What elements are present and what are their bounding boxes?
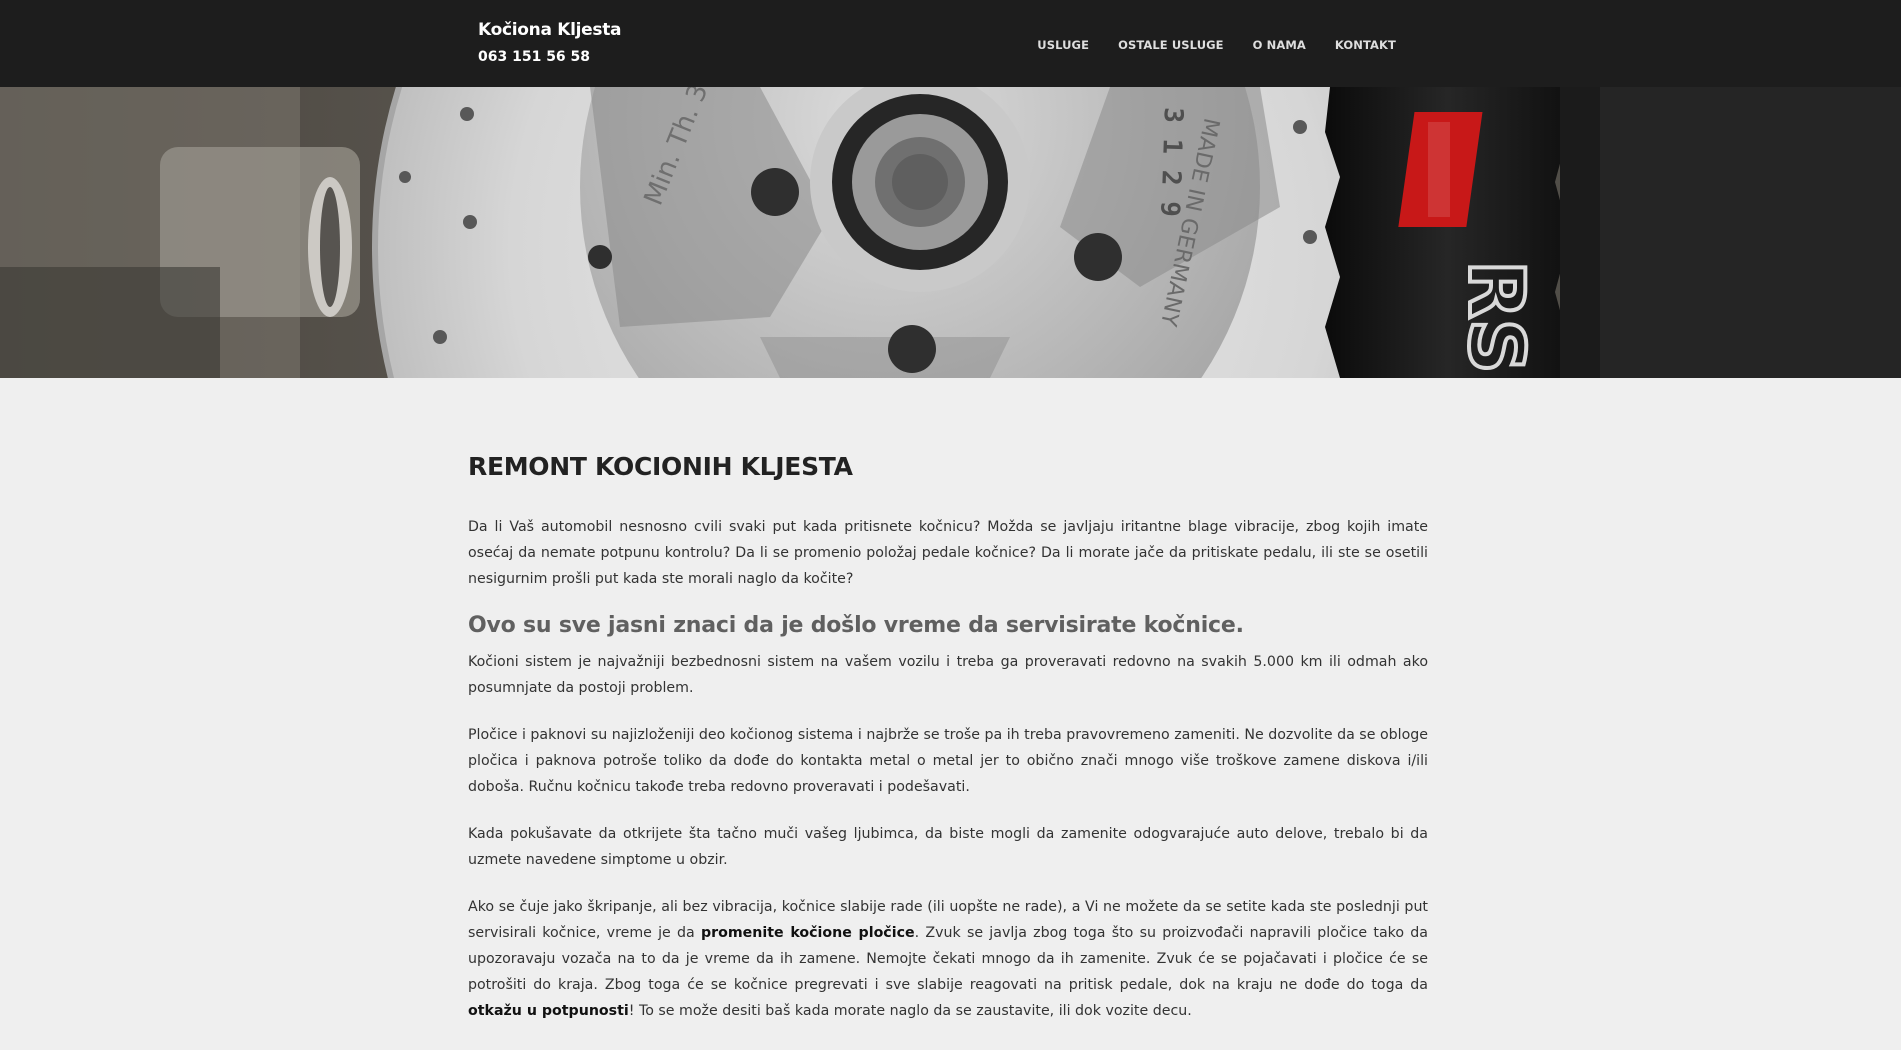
rs-badge-text: RS (1452, 260, 1541, 373)
top-navbar: Kočiona Kljesta 063 151 56 58 USLUGE OST… (0, 0, 1901, 87)
link-change-brake-pads[interactable]: promenite kočione pločice (701, 925, 915, 941)
link-brakes-fail[interactable]: otkažu u potpunosti (468, 1003, 629, 1019)
nav-item-ostale-usluge[interactable]: OSTALE USLUGE (1118, 38, 1224, 52)
nav-item-o-nama[interactable]: O NAMA (1253, 38, 1306, 52)
paragraph-4: Ako se čuje jako škripanje, ali bez vibr… (468, 894, 1428, 1024)
brake-disc-illustration: Min. Th. 30.4 3 1 2 9 MADE IN GERMANY RS (0, 87, 1901, 378)
nav-item-usluge[interactable]: USLUGE (1037, 38, 1089, 52)
phone-number: 063 151 56 58 (478, 49, 591, 65)
main-nav: USLUGE OSTALE USLUGE O NAMA KONTAKT (1037, 38, 1396, 52)
intro-paragraph: Da li Vaš automobil nesnosno cvili svaki… (468, 519, 1428, 587)
hero-banner-image: Min. Th. 30.4 3 1 2 9 MADE IN GERMANY RS (0, 87, 1901, 378)
paragraph-2: Pločice i paknovi su najizloženiji deo k… (468, 727, 1428, 795)
brand[interactable]: Kočiona Kljesta 063 151 56 58 (478, 20, 622, 65)
site-title[interactable]: Kočiona Kljesta (478, 20, 622, 40)
paragraph-4-part-c: ! To se može desiti baš kada morate nagl… (628, 1003, 1192, 1019)
section-subtitle: Ovo su sve jasni znaci da je došlo vreme… (468, 613, 1244, 638)
article-content: REMONT KOCIONIH KLJESTA Da li Vaš automo… (468, 452, 1428, 1045)
page-title: REMONT KOCIONIH KLJESTA (468, 452, 853, 481)
nav-item-kontakt[interactable]: KONTAKT (1335, 38, 1396, 52)
paragraph-3: Kada pokušavate da otkrijete šta tačno m… (468, 826, 1428, 868)
paragraph-1: Kočioni sistem je najvažniji bezbednosni… (468, 654, 1428, 696)
